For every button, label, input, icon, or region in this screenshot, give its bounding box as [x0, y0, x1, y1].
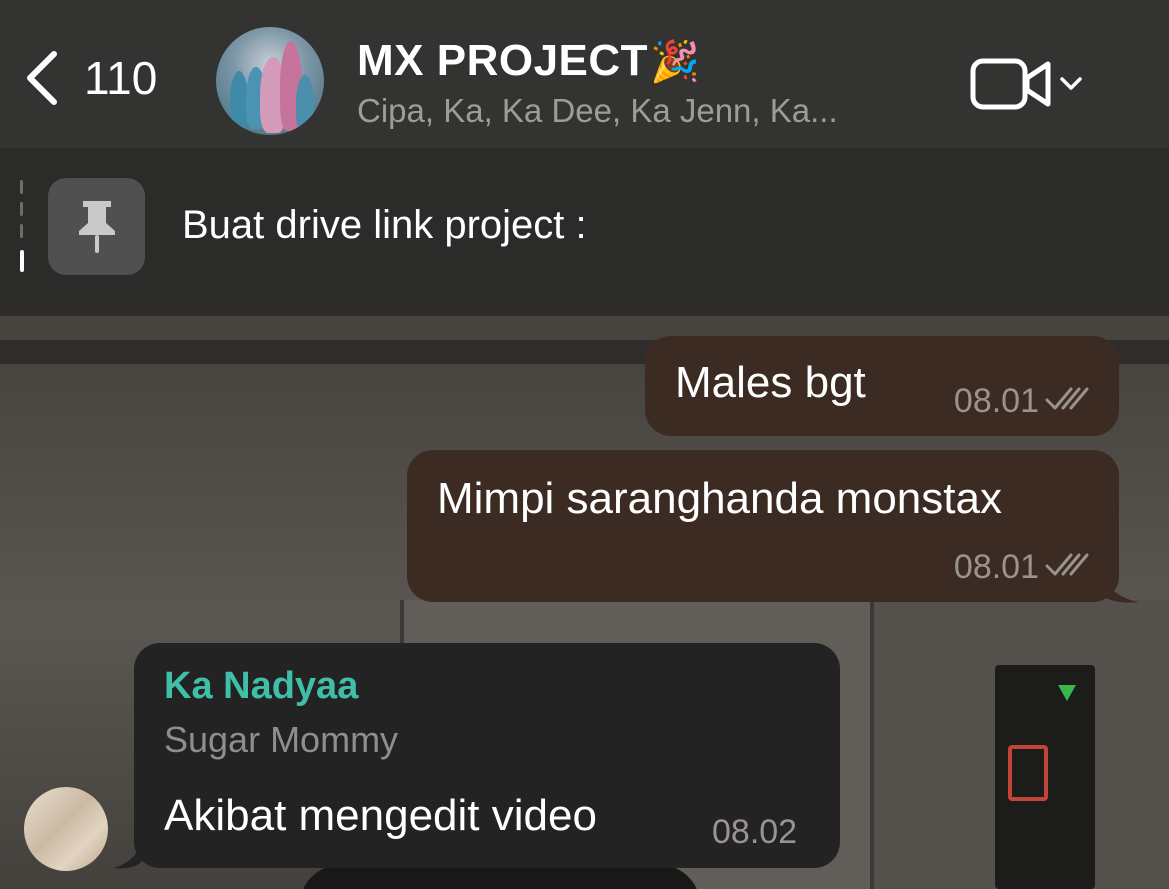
group-avatar[interactable]	[216, 27, 324, 135]
incoming-message[interactable]: Ka Nadyaa Sugar Mommy Akibat mengedit vi…	[134, 643, 840, 868]
pinned-message-text[interactable]: Buat drive link project :	[182, 203, 587, 248]
unread-count: 110	[84, 52, 158, 104]
sender-avatar[interactable]	[24, 787, 108, 871]
message-time: 08.01	[953, 382, 1039, 420]
message-text: Males bgt	[675, 358, 866, 407]
back-button[interactable]: 110	[24, 48, 157, 108]
bubble-tail	[1095, 560, 1139, 603]
outgoing-message[interactable]: Mimpi saranghanda monstax 08.01	[407, 450, 1119, 602]
outgoing-message[interactable]: Males bgt 08.01	[645, 336, 1119, 436]
double-check-icon	[1045, 382, 1091, 421]
sender-name[interactable]: Ka Nadyaa	[164, 665, 358, 708]
message-meta: 08.02	[712, 813, 797, 852]
sender-title: Sugar Mommy	[164, 719, 399, 760]
pinned-indicator	[20, 180, 24, 272]
message-meta: 08.01	[954, 548, 1091, 587]
double-check-icon	[1045, 548, 1091, 587]
chevron-down-icon[interactable]	[1060, 77, 1082, 96]
message-time: 08.02	[712, 813, 798, 851]
message-text: Mimpi saranghanda monstax	[437, 474, 1002, 523]
group-title[interactable]: MX PROJECT 🎉	[357, 36, 838, 86]
message-text: Akibat mengedit video	[164, 791, 597, 840]
chevron-left-icon	[24, 48, 60, 108]
pin-icon	[48, 178, 145, 275]
party-popper-icon: 🎉	[650, 39, 701, 84]
message-time: 08.01	[953, 548, 1039, 586]
video-call-button[interactable]	[970, 58, 1082, 115]
video-camera-icon	[970, 58, 1054, 115]
group-title-text: MX PROJECT	[357, 36, 649, 85]
message-meta: 08.01	[954, 382, 1091, 421]
group-members[interactable]: Cipa, Ka, Ka Dee, Ka Jenn, Ka...	[357, 92, 838, 130]
chat-header: 110 MX PROJECT 🎉 Cipa, Ka, Ka Dee, Ka Jen…	[0, 0, 1169, 148]
